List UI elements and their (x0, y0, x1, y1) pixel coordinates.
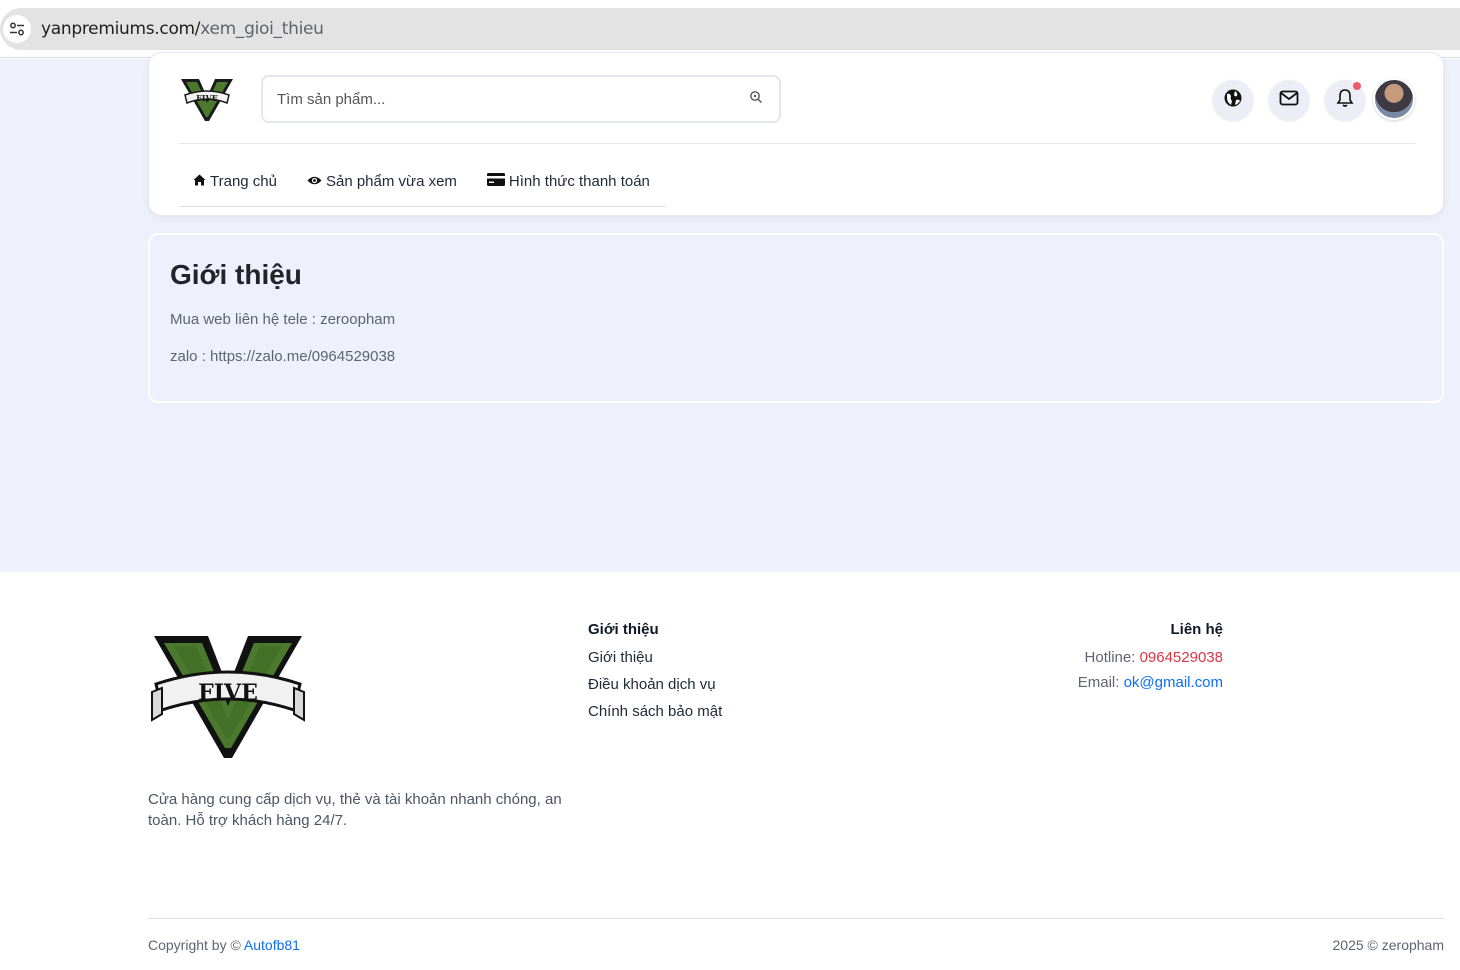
browser-address-bar: yanpremiums.com/xem_gioi_thieu (0, 0, 1460, 58)
footer-email: Email: ok@gmail.com (1078, 674, 1223, 691)
site-info-icon[interactable] (3, 15, 31, 43)
nav-item-label: Hình thức thanh toán (508, 172, 650, 190)
svg-text:FIVE: FIVE (198, 680, 258, 706)
footer-description: Cửa hàng cung cấp dịch vụ, thẻ và tài kh… (148, 791, 562, 829)
footer-link-privacy[interactable]: Chính sách bảo mật (588, 703, 722, 720)
footer-divider (148, 918, 1444, 919)
messages-button[interactable] (1269, 80, 1309, 120)
footer-contact-title: Liên hệ (1170, 621, 1223, 638)
main-nav: Trang chủ Sản phẩm vừa xem Hình thức tha… (179, 163, 666, 207)
header-divider (179, 143, 1415, 144)
nav-item-home[interactable]: Trang chủ (179, 163, 293, 199)
search-box (261, 75, 781, 123)
credit-card-icon (486, 172, 505, 190)
eye-icon (307, 173, 322, 190)
url-host: yanpremiums.com/ (41, 19, 201, 39)
footer-link-terms[interactable]: Điều khoản dịch vụ (588, 676, 716, 693)
year-note: 2025 © zeropham (1332, 937, 1445, 953)
site-logo[interactable]: FIVE (179, 75, 235, 123)
globe-icon (1223, 88, 1243, 113)
avatar[interactable] (1373, 78, 1415, 120)
email-label: Email: (1077, 674, 1124, 691)
about-card: Giới thiệu Mua web liên hệ tele : zeroop… (148, 233, 1444, 403)
language-button[interactable] (1213, 80, 1253, 120)
nav-item-recent-products[interactable]: Sản phẩm vừa xem (293, 163, 473, 199)
hotline-label: Hotline: (1084, 649, 1140, 666)
footer-link-about[interactable]: Giới thiệu (588, 649, 653, 666)
footer-about-title: Giới thiệu (588, 621, 659, 638)
copyright-brand-link[interactable]: Autofb81 (244, 937, 300, 953)
home-icon (193, 173, 206, 190)
bell-icon (1336, 88, 1354, 113)
url-text[interactable]: yanpremiums.com/xem_gioi_thieu (41, 19, 324, 39)
notification-badge (1353, 82, 1361, 90)
mail-icon (1279, 90, 1299, 111)
hotline-value[interactable]: 0964529038 (1140, 649, 1223, 666)
search-input[interactable] (263, 77, 723, 121)
nav-item-label: Trang chủ (210, 172, 277, 190)
nav-item-payment-methods[interactable]: Hình thức thanh toán (473, 163, 666, 199)
page-title: Giới thiệu (170, 259, 302, 290)
footer-logo: FIVE (150, 630, 306, 762)
nav-item-label: Sản phẩm vừa xem (325, 172, 457, 190)
email-value[interactable]: ok@gmail.com (1124, 674, 1223, 691)
site-header: FIVE Trang chủ (148, 52, 1444, 216)
about-contact-telegram: Mua web liên hệ tele : zeroopham (170, 311, 396, 328)
footer-hotline: Hotline: 0964529038 (1085, 649, 1223, 666)
url-path: xem_gioi_thieu (200, 19, 324, 39)
svg-text:FIVE: FIVE (196, 93, 218, 103)
about-contact-zalo: zalo : https://zalo.me/0964529038 (170, 348, 396, 365)
copyright-prefix: Copyright by © (148, 937, 244, 953)
copyright: Copyright by © Autofb81 (148, 937, 300, 953)
notifications-button[interactable] (1325, 80, 1365, 120)
search-icon[interactable] (749, 90, 765, 106)
